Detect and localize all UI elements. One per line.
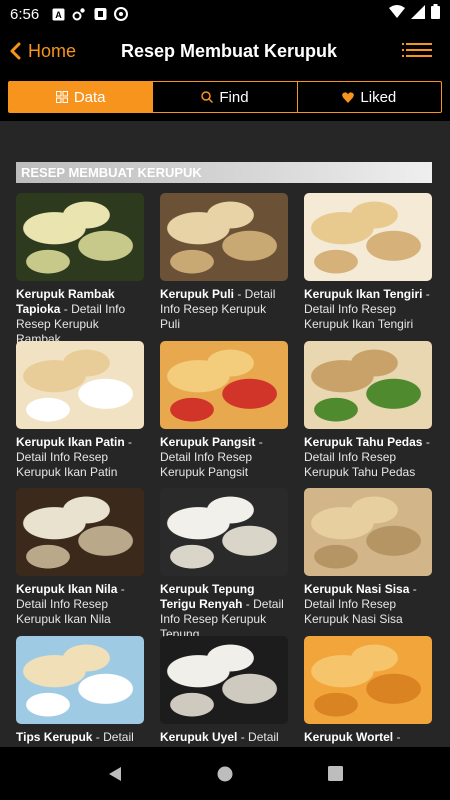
recipe-thumbnail [16, 488, 144, 576]
recipe-caption: Kerupuk Puli - Detail Info Resep Kerupuk… [160, 287, 288, 332]
recipe-caption: Tips Kerupuk - Detail Info Resep Tips [16, 730, 144, 747]
page-title: Resep Membuat Kerupuk [121, 40, 338, 61]
back-nav-icon [109, 766, 121, 781]
recipe-thumbnail [16, 193, 144, 281]
recipe-card[interactable]: Kerupuk Nasi Sisa - Detail Info Resep Ke… [304, 488, 432, 627]
recipe-caption: Kerupuk Pangsit - Detail Info Resep Keru… [160, 435, 288, 480]
recipe-card[interactable]: Kerupuk Puli - Detail Info Resep Kerupuk… [160, 193, 288, 332]
shield-notification-icon [93, 7, 107, 21]
recipe-caption: Kerupuk Ikan Nila - Detail Info Resep Ke… [16, 582, 144, 627]
wifi-icon [389, 4, 405, 24]
recipe-card[interactable]: Kerupuk Ikan Tengiri - Detail Info Resep… [304, 193, 432, 332]
recipe-caption: Kerupuk Tepung Terigu Renyah - Detail In… [160, 582, 288, 642]
svg-text:A: A [55, 10, 62, 20]
recipe-name: Tips Kerupuk [16, 730, 93, 744]
tab-data[interactable]: Data [9, 82, 154, 112]
recipe-thumbnail [304, 488, 432, 576]
recipe-card[interactable]: Kerupuk Ikan Patin - Detail Info Resep K… [16, 341, 144, 480]
app-bar: Home Resep Membuat Kerupuk [0, 28, 450, 74]
recipe-card[interactable]: Tips Kerupuk - Detail Info Resep Tips [16, 636, 144, 747]
menu-icon [402, 43, 432, 45]
a-notification-icon: A [51, 7, 65, 21]
tab-data-label: Data [73, 88, 106, 106]
recipe-card[interactable]: Kerupuk Ikan Nila - Detail Info Resep Ke… [16, 488, 144, 627]
recents-nav-button[interactable] [315, 754, 355, 794]
system-nav-bar [0, 747, 450, 800]
section-title: RESEP MEMBUAT KERUPUK [16, 162, 432, 183]
tab-find[interactable]: Find [153, 82, 298, 112]
recipe-card[interactable]: Kerupuk Rambak Tapioka - Detail Info Res… [16, 193, 144, 347]
recipe-name: Kerupuk Ikan Tengiri [304, 287, 423, 301]
recipe-caption: Kerupuk Tahu Pedas - Detail Info Resep K… [304, 435, 432, 480]
tab-liked[interactable]: Liked [298, 82, 441, 112]
recipe-name: Kerupuk Nasi Sisa [304, 582, 410, 596]
recipe-thumbnail [304, 636, 432, 724]
recipe-caption: Kerupuk Uyel - Detail Info Resep Kerupuk… [160, 730, 288, 747]
home-nav-button[interactable] [205, 754, 245, 794]
recipe-caption: Kerupuk Ikan Patin - Detail Info Resep K… [16, 435, 144, 480]
status-time: 6:56 [10, 5, 40, 23]
recipe-name: Kerupuk Wortel [304, 730, 394, 744]
menu-button[interactable] [402, 43, 432, 59]
menu-icon-line [402, 49, 432, 51]
battery-icon [431, 4, 440, 24]
recipe-thumbnail [304, 193, 432, 281]
settings-notification-icon [72, 7, 86, 21]
recipe-caption: Kerupuk Ikan Tengiri - Detail Info Resep… [304, 287, 432, 332]
recipe-thumbnail [160, 341, 288, 429]
signal-icon [411, 4, 425, 24]
tab-liked-label: Liked [360, 88, 397, 106]
grid-icon [55, 91, 68, 103]
tab-bar: Data Find Liked [8, 81, 442, 113]
back-nav-button[interactable] [95, 754, 135, 794]
recipe-card[interactable]: Kerupuk Pangsit - Detail Info Resep Keru… [160, 341, 288, 480]
recipe-thumbnail [304, 341, 432, 429]
recipe-thumbnail [16, 341, 144, 429]
recipe-card[interactable]: Kerupuk Tahu Pedas - Detail Info Resep K… [304, 341, 432, 480]
recents-nav-icon [327, 766, 343, 781]
content-area[interactable]: RESEP MEMBUAT KERUPUK Kerupuk Rambak Tap… [0, 121, 450, 747]
recipe-card[interactable]: Kerupuk Tepung Terigu Renyah - Detail In… [160, 488, 288, 642]
tab-find-label: Find [219, 88, 249, 106]
recipe-name: Kerupuk Pangsit [160, 435, 256, 449]
recipe-caption: Kerupuk Wortel - Detail Info Resep Kerup… [304, 730, 432, 747]
recipe-thumbnail [160, 193, 288, 281]
back-button[interactable]: Home [8, 41, 76, 62]
recipe-name: Kerupuk Ikan Nila [16, 582, 118, 596]
recipe-name: Kerupuk Ikan Patin [16, 435, 125, 449]
chevron-left-icon [10, 42, 21, 60]
recipe-name: Kerupuk Tepung Terigu Renyah [160, 582, 255, 611]
recipe-name: Kerupuk Tahu Pedas [304, 435, 423, 449]
recipe-card[interactable]: Kerupuk Uyel - Detail Info Resep Kerupuk… [160, 636, 288, 747]
menu-icon-line [402, 55, 432, 57]
recipe-card[interactable]: Kerupuk Wortel - Detail Info Resep Kerup… [304, 636, 432, 747]
recipe-thumbnail [160, 488, 288, 576]
recipe-thumbnail [160, 636, 288, 724]
heart-icon [342, 91, 355, 103]
recipe-name: Kerupuk Puli [160, 287, 235, 301]
search-icon [201, 91, 214, 103]
status-bar: 6:56 A [0, 0, 450, 28]
recipe-thumbnail [16, 636, 144, 724]
recipe-caption: Kerupuk Nasi Sisa - Detail Info Resep Ke… [304, 582, 432, 627]
back-label: Home [28, 40, 77, 61]
home-nav-icon [217, 766, 233, 781]
recipe-name: Kerupuk Uyel [160, 730, 238, 744]
recipe-caption: Kerupuk Rambak Tapioka - Detail Info Res… [16, 287, 144, 347]
vpn-notification-icon [114, 7, 129, 21]
